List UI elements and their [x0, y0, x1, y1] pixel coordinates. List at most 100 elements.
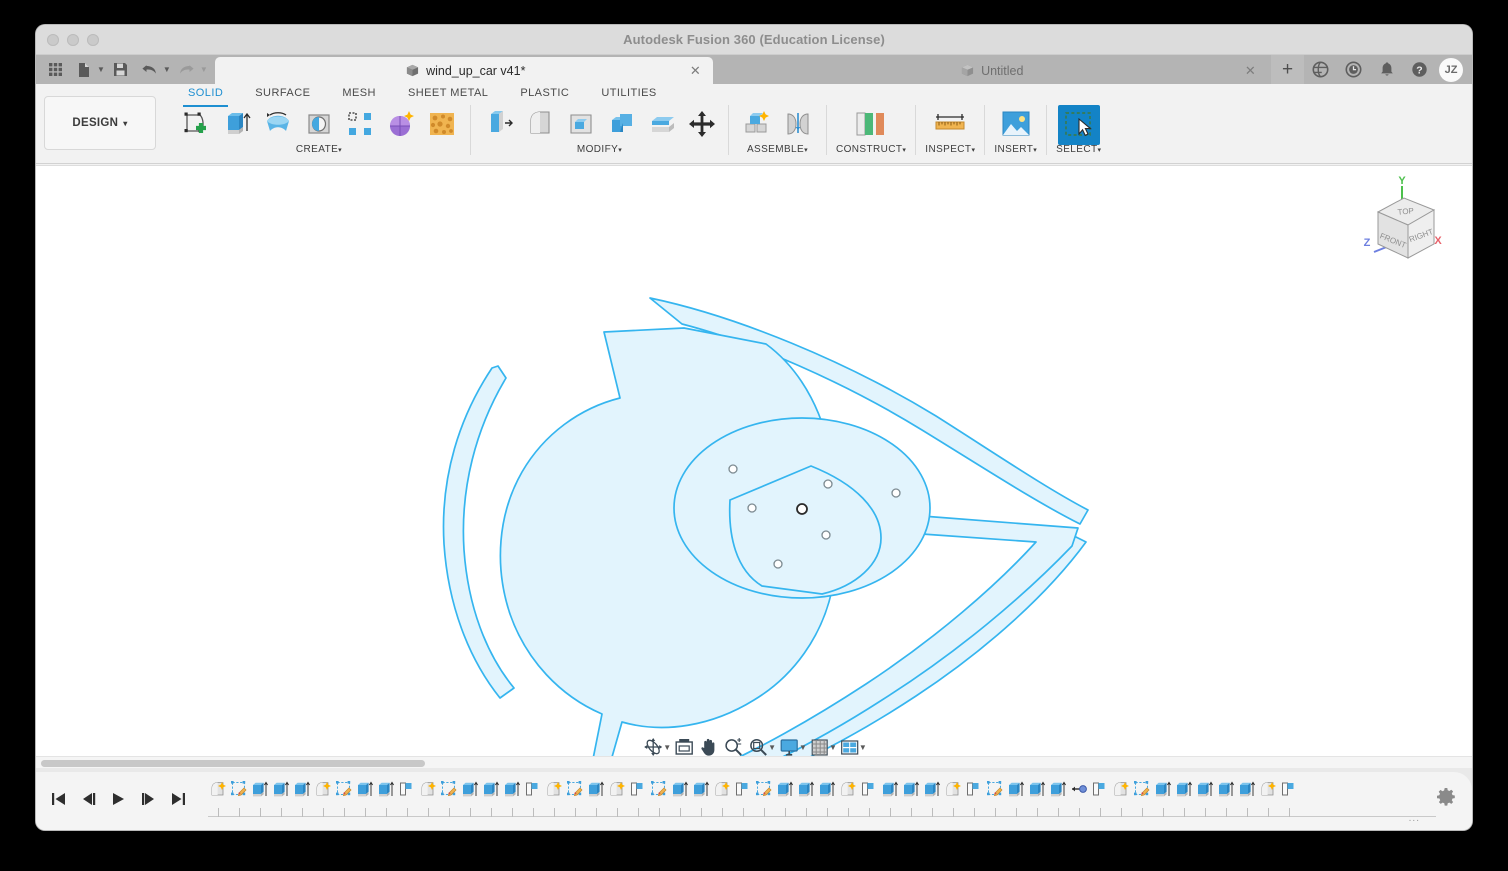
timeline-feature[interactable]: [565, 781, 586, 819]
ruler-icon[interactable]: [929, 106, 971, 142]
hub-hole[interactable]: [823, 479, 833, 489]
tab-wind-up-car[interactable]: wind_up_car v41* ✕: [214, 57, 713, 84]
timeline-feature[interactable]: [607, 781, 628, 819]
view-cube[interactable]: Y X Z TOP FRONT RIGHT: [1352, 172, 1460, 275]
timeline-feature[interactable]: [544, 781, 565, 819]
display-settings-caret-icon[interactable]: ▼: [799, 743, 807, 752]
timeline-feature[interactable]: [733, 781, 754, 819]
cursor-select-icon[interactable]: [1057, 105, 1100, 145]
timeline-feature[interactable]: [838, 781, 859, 819]
combine-icon[interactable]: [603, 106, 641, 142]
step-back-icon[interactable]: [80, 790, 96, 808]
construct-plane-icon[interactable]: [848, 106, 894, 142]
timeline-feature[interactable]: [1216, 781, 1237, 819]
hub-hole[interactable]: [773, 559, 783, 569]
orbit-caret-icon[interactable]: ▼: [663, 743, 671, 752]
timeline-feature[interactable]: [313, 781, 334, 819]
ribbon-tab-surface[interactable]: SURFACE: [239, 84, 326, 105]
timeline-feature[interactable]: [775, 781, 796, 819]
timeline-feature[interactable]: [397, 781, 418, 819]
file-icon[interactable]: [71, 58, 97, 82]
timeline-feature[interactable]: [649, 781, 670, 819]
timeline-feature[interactable]: [1111, 781, 1132, 819]
panel-label[interactable]: MODIFY▾: [577, 144, 622, 155]
mesh-icon[interactable]: [423, 106, 461, 142]
timeline-feature[interactable]: [985, 781, 1006, 819]
timeline-feature[interactable]: [1006, 781, 1027, 819]
skip-end-icon[interactable]: [170, 790, 186, 808]
press-pull-icon[interactable]: [480, 106, 518, 142]
hub-hole[interactable]: [821, 530, 831, 540]
image-icon[interactable]: [995, 106, 1037, 142]
timeline-feature[interactable]: [1258, 781, 1279, 819]
timeline-feature[interactable]: [1069, 781, 1090, 819]
extrude-icon[interactable]: [218, 106, 256, 142]
globe-icon[interactable]: [1304, 55, 1337, 84]
shell-icon[interactable]: [562, 106, 600, 142]
timeline-feature[interactable]: [964, 781, 985, 819]
avatar[interactable]: JZ: [1439, 57, 1463, 82]
clock-icon[interactable]: [1337, 55, 1370, 84]
timeline-feature[interactable]: [670, 781, 691, 819]
sketch-plus-icon[interactable]: [177, 106, 215, 142]
play-icon[interactable]: [110, 790, 126, 808]
undo-caret-icon[interactable]: ▼: [163, 65, 171, 74]
modeling-canvas[interactable]: Y X Z TOP FRONT RIGHT ▼ ▼ ▼ ▼ ▼: [36, 165, 1472, 768]
hub-hole[interactable]: [891, 488, 901, 498]
bell-icon[interactable]: [1370, 55, 1403, 84]
hub-hole[interactable]: [747, 503, 757, 513]
grid-icon[interactable]: [42, 58, 68, 82]
timeline-feature[interactable]: [1027, 781, 1048, 819]
timeline-feature[interactable]: [880, 781, 901, 819]
timeline-feature[interactable]: [334, 781, 355, 819]
panel-label[interactable]: SELECT▾: [1056, 144, 1101, 155]
viewport-caret-icon[interactable]: ▼: [859, 743, 867, 752]
joint-icon[interactable]: [779, 106, 817, 142]
timeline-feature[interactable]: [901, 781, 922, 819]
timeline-feature[interactable]: [355, 781, 376, 819]
timeline-feature[interactable]: [271, 781, 292, 819]
timeline-feature[interactable]: [691, 781, 712, 819]
timeline-feature[interactable]: [1195, 781, 1216, 819]
workspace-selector[interactable]: DESIGN ▾: [44, 96, 156, 150]
move-arrows-icon[interactable]: [685, 106, 719, 142]
close-icon[interactable]: ✕: [1245, 63, 1256, 79]
panel-label[interactable]: CREATE▾: [296, 144, 342, 155]
plus-icon[interactable]: +: [1271, 55, 1304, 84]
timeline-feature[interactable]: [1153, 781, 1174, 819]
tab-untitled[interactable]: Untitled ✕: [712, 57, 1268, 84]
timeline-feature[interactable]: [502, 781, 523, 819]
timeline-feature[interactable]: [1048, 781, 1069, 819]
gear-icon[interactable]: [1436, 787, 1456, 812]
panel-label[interactable]: ASSEMBLE▾: [747, 144, 808, 155]
form-sculpt-icon[interactable]: [382, 106, 420, 142]
timeline-feature-list[interactable]: [208, 779, 1436, 819]
timeline-feature[interactable]: [817, 781, 838, 819]
hole-icon[interactable]: [300, 106, 338, 142]
timeline-feature[interactable]: [250, 781, 271, 819]
timeline-feature[interactable]: [586, 781, 607, 819]
zoom-window-caret-icon[interactable]: ▼: [768, 743, 776, 752]
timeline-feature[interactable]: [943, 781, 964, 819]
timeline-feature[interactable]: [460, 781, 481, 819]
timeline-feature[interactable]: [922, 781, 943, 819]
timeline-feature[interactable]: [208, 781, 229, 819]
timeline-feature[interactable]: [292, 781, 313, 819]
timeline-feature[interactable]: [712, 781, 733, 819]
timeline-feature[interactable]: [418, 781, 439, 819]
ribbon-tab-mesh[interactable]: MESH: [326, 84, 392, 105]
panel-label[interactable]: INSERT▾: [994, 144, 1037, 155]
panel-label[interactable]: INSPECT▾: [925, 144, 975, 155]
timeline-feature[interactable]: [628, 781, 649, 819]
hub-center-point[interactable]: [796, 503, 808, 515]
timeline-feature[interactable]: [859, 781, 880, 819]
fillet-icon[interactable]: [521, 106, 559, 142]
timeline-feature[interactable]: [1132, 781, 1153, 819]
hub-hole[interactable]: [728, 464, 738, 474]
timeline-feature[interactable]: [1279, 781, 1300, 819]
canvas-horizontal-scrollbar[interactable]: [36, 756, 1472, 768]
ribbon-tab-utilities[interactable]: UTILITIES: [585, 84, 672, 105]
skip-start-icon[interactable]: [50, 790, 66, 808]
file-menu-caret-icon[interactable]: ▼: [97, 65, 105, 74]
timeline-feature[interactable]: [229, 781, 250, 819]
